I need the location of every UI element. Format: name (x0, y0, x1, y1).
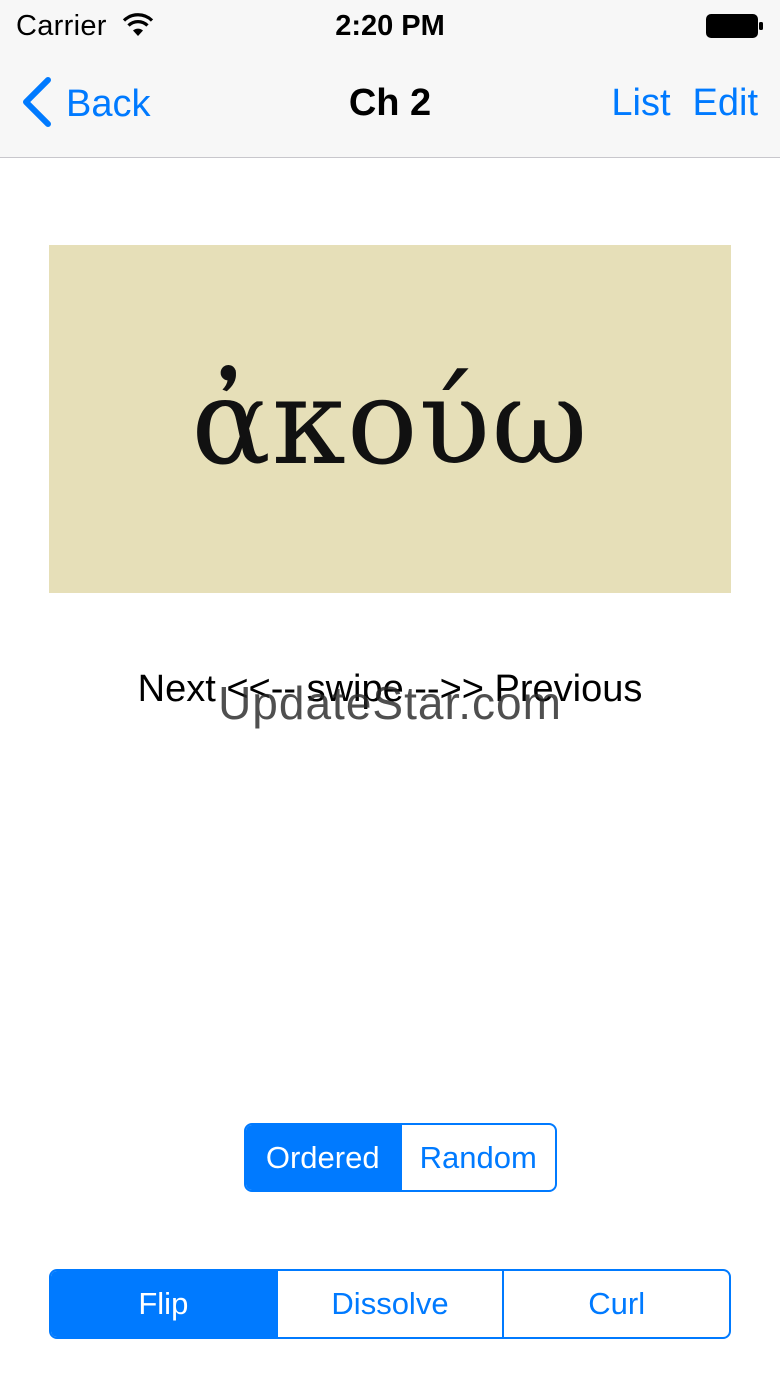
order-segmented-control: Ordered Random (244, 1123, 557, 1192)
segment-flip[interactable]: Flip (51, 1271, 276, 1337)
screen: Carrier 2:20 PM Back Ch 2 List Edit ἀκού… (0, 0, 780, 1387)
top-bar: Carrier 2:20 PM Back Ch 2 List Edit (0, 0, 780, 158)
status-bar: Carrier 2:20 PM (0, 0, 780, 54)
battery-icon (706, 14, 764, 38)
edit-button[interactable]: Edit (693, 82, 758, 125)
navigation-bar: Back Ch 2 List Edit (0, 54, 780, 158)
transition-segmented-control: Flip Dissolve Curl (49, 1269, 731, 1339)
nav-right-buttons: List Edit (611, 82, 758, 125)
segment-random[interactable]: Random (399, 1125, 556, 1190)
flashcard[interactable]: ἀκούω (49, 245, 731, 593)
list-button[interactable]: List (611, 82, 670, 125)
flashcard-word: ἀκούω (191, 353, 589, 491)
clock: 2:20 PM (335, 10, 445, 42)
swipe-area: Next <<-- swipe -->> Previous UpdateStar… (0, 668, 780, 729)
watermark: UpdateStar.com (218, 677, 562, 729)
segment-ordered[interactable]: Ordered (246, 1125, 400, 1190)
segment-curl[interactable]: Curl (502, 1271, 729, 1337)
segment-dissolve[interactable]: Dissolve (275, 1271, 503, 1337)
